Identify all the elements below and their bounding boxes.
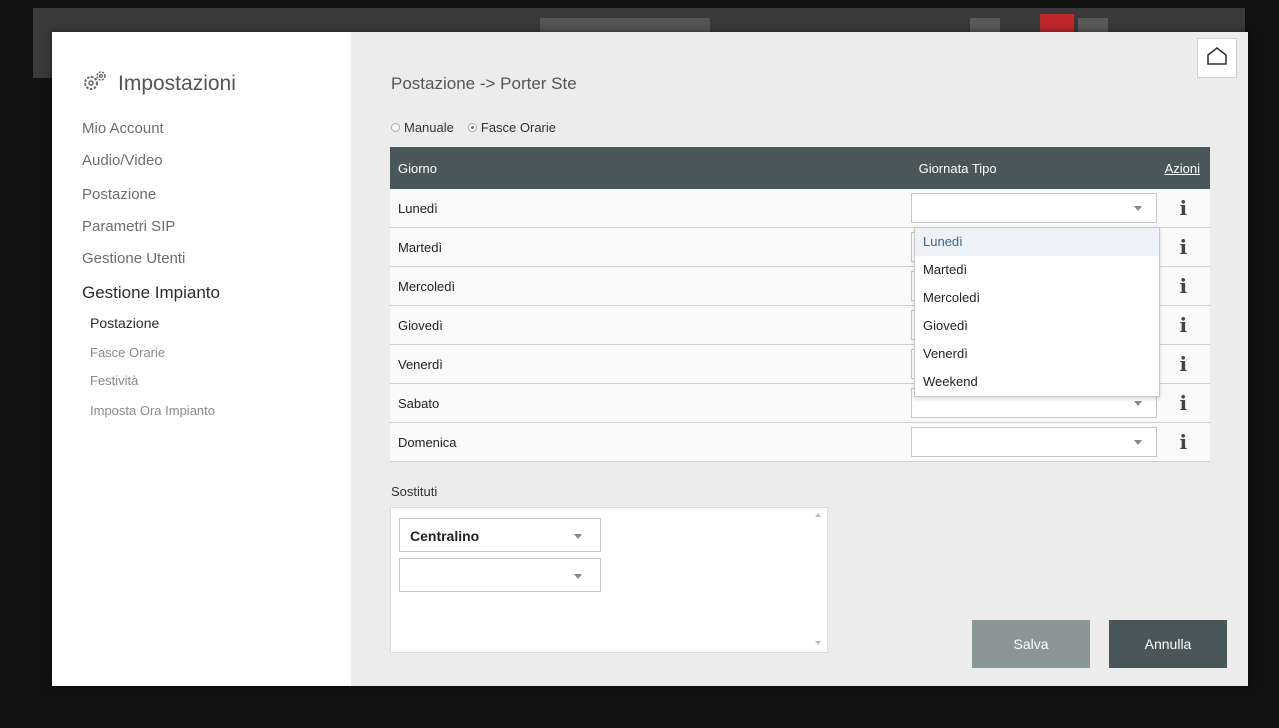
sidebar-subitem-festivita[interactable]: Festività	[90, 373, 138, 388]
settings-sidebar: Impostazioni Mio Account Audio/Video Pos…	[52, 32, 351, 686]
sidebar-item-parametri-sip[interactable]: Parametri SIP	[82, 218, 175, 235]
info-icon[interactable]: i	[1179, 274, 1187, 298]
dropdown-option[interactable]: Giovedì	[915, 312, 1159, 340]
info-icon[interactable]: i	[1179, 235, 1187, 259]
save-button[interactable]: Salva	[972, 620, 1090, 668]
giornata-tipo-select[interactable]	[910, 427, 1157, 457]
chevron-down-icon	[574, 534, 582, 539]
sidebar-item-gestione-utenti[interactable]: Gestione Utenti	[82, 250, 185, 267]
sostituto-select[interactable]	[399, 558, 601, 592]
gears-icon	[82, 70, 108, 98]
info-cell: i	[1156, 227, 1210, 267]
chevron-down-icon	[1133, 401, 1142, 406]
radio-button-selected[interactable]	[467, 123, 477, 132]
giornata-tipo-dropdown-menu: Lunedì Martedì Mercoledì Giovedì Venerdì…	[914, 227, 1160, 397]
sidebar-subitem-fasce-orarie[interactable]: Fasce Orarie	[90, 345, 165, 360]
sidebar-subitem-postazione[interactable]: Postazione	[90, 315, 159, 331]
sostituto-select[interactable]: Centralino	[399, 518, 601, 552]
info-icon[interactable]: i	[1179, 313, 1187, 337]
sidebar-item-postazione[interactable]: Postazione	[82, 186, 156, 203]
day-cell: Mercoledì	[390, 266, 911, 306]
chevron-down-icon	[574, 574, 582, 579]
info-icon[interactable]: i	[1179, 196, 1187, 220]
info-cell: i	[1156, 344, 1210, 384]
sostituto-select-value: Centralino	[410, 528, 480, 544]
column-header-azioni: Azioni	[1156, 147, 1210, 189]
tipo-cell	[910, 189, 1157, 228]
column-header-giorno: Giorno	[390, 147, 911, 189]
dropdown-option[interactable]: Weekend	[915, 368, 1159, 396]
giornata-tipo-select[interactable]	[910, 193, 1157, 223]
info-cell: i	[1156, 305, 1210, 345]
home-button[interactable]	[1197, 38, 1237, 78]
sidebar-item-mio-account[interactable]: Mio Account	[82, 120, 164, 137]
azioni-link[interactable]: Azioni	[1165, 161, 1200, 176]
day-cell: Martedì	[390, 227, 911, 267]
info-cell: i	[1156, 422, 1210, 462]
day-cell: Domenica	[390, 422, 911, 462]
info-cell: i	[1156, 266, 1210, 306]
radio-fasce-orarie[interactable]: Fasce Orarie	[467, 120, 557, 135]
sostituti-scrollbar[interactable]	[814, 509, 822, 649]
sostituti-label: Sostituti	[391, 484, 438, 499]
sidebar-title-text: Impostazioni	[118, 72, 236, 95]
table-row: Domenica i	[390, 422, 1210, 462]
sidebar-item-gestione-impianto[interactable]: Gestione Impianto	[82, 283, 220, 303]
cancel-button[interactable]: Annulla	[1109, 620, 1227, 668]
sidebar-subitem-imposta-ora[interactable]: Imposta Ora Impianto	[90, 403, 215, 418]
radio-label: Manuale	[404, 120, 454, 135]
day-cell: Lunedì	[390, 189, 911, 228]
dropdown-option[interactable]: Venerdì	[915, 340, 1159, 368]
dropdown-option[interactable]: Mercoledì	[915, 284, 1159, 312]
info-cell: i	[1156, 383, 1210, 423]
table-row: Lunedì i	[390, 189, 1210, 228]
radio-label: Fasce Orarie	[480, 120, 557, 135]
day-cell: Giovedì	[390, 305, 911, 345]
home-icon	[1206, 46, 1228, 71]
dropdown-option[interactable]: Martedì	[915, 256, 1159, 284]
radio-button[interactable]	[391, 123, 400, 132]
sidebar-item-audio-video[interactable]: Audio/Video	[82, 152, 163, 169]
day-cell: Venerdì	[390, 344, 911, 384]
page-title: Postazione -> Porter Ste	[391, 74, 577, 93]
mode-radio-group: Manuale Fasce Orarie	[391, 120, 556, 135]
radio-manuale[interactable]: Manuale	[391, 120, 454, 135]
tipo-cell	[910, 422, 1157, 462]
chevron-down-icon	[1133, 440, 1142, 445]
column-header-giornata-tipo: Giornata Tipo	[910, 147, 1157, 189]
info-icon[interactable]: i	[1179, 391, 1187, 415]
info-icon[interactable]: i	[1179, 430, 1187, 454]
chevron-down-icon	[1133, 206, 1142, 211]
day-cell: Sabato	[390, 383, 911, 423]
info-icon[interactable]: i	[1179, 352, 1187, 376]
info-cell: i	[1156, 189, 1210, 228]
sidebar-title: Impostazioni	[82, 70, 236, 98]
dropdown-option[interactable]: Lunedì	[915, 228, 1159, 256]
settings-modal: Impostazioni Mio Account Audio/Video Pos…	[52, 32, 1248, 686]
